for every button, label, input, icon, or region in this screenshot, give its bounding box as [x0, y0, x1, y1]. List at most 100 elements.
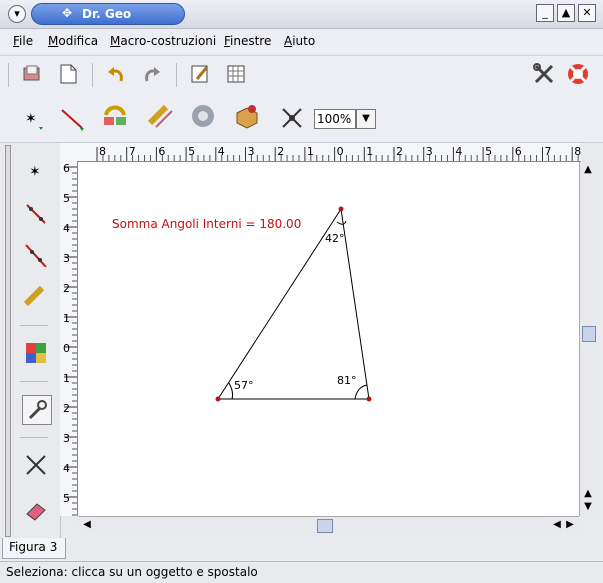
menu-file[interactable]: File: [13, 34, 33, 48]
gear-tool-icon[interactable]: [188, 102, 216, 130]
sidebar-color-icon[interactable]: [22, 339, 50, 367]
left-ruler-label: 3: [63, 252, 70, 265]
measure-tool-icon[interactable]: [146, 102, 174, 130]
svg-text:✶: ✶: [29, 164, 41, 180]
macro-tool-icon[interactable]: [232, 102, 260, 130]
tab-figura-3[interactable]: Figura 3: [2, 538, 66, 559]
sidebar-segment-icon[interactable]: [22, 199, 50, 227]
edit-icon[interactable]: [186, 60, 214, 88]
undo-icon[interactable]: [102, 60, 130, 88]
main-toolbar: [0, 55, 603, 95]
left-ruler: 6 5 4 3 2 1 0 1 2 3 4 5: [60, 161, 78, 516]
new-document-icon[interactable]: [54, 60, 82, 88]
angle-label-right[interactable]: 81°: [337, 374, 357, 387]
vertex-top: [338, 206, 344, 212]
horizontal-scrollbar[interactable]: ◀ ◀ ▶: [78, 516, 579, 533]
sum-annotation[interactable]: Somma Angoli Interni = 180.00: [112, 217, 301, 231]
app-logo-icon: ✥: [62, 6, 73, 20]
horizontal-scroll-thumb[interactable]: [317, 519, 333, 533]
vertical-scroll-thumb[interactable]: [582, 326, 596, 342]
scroll-left-arrow-2-icon[interactable]: ◀: [551, 519, 563, 531]
zoom-field[interactable]: 100%: [314, 109, 356, 129]
top-ruler-label: 5: [485, 145, 492, 158]
angle-label-left[interactable]: 57°: [234, 379, 254, 392]
top-ruler-label: 3: [426, 145, 433, 158]
maximize-button[interactable]: ▲: [557, 4, 575, 22]
grid-icon[interactable]: [222, 60, 250, 88]
left-ruler-label: 1: [63, 312, 70, 325]
sidebar-zoom-icon[interactable]: [22, 451, 50, 479]
help-lifebuoy-icon[interactable]: [564, 60, 592, 88]
left-ruler-label: 0: [63, 342, 70, 355]
top-ruler-label: 8: [99, 145, 106, 158]
title-pill[interactable]: ✥ Dr. Geo: [31, 3, 185, 25]
tab-bar: Figura 3: [0, 538, 603, 560]
vertex-left: [215, 396, 221, 402]
line-tool-icon[interactable]: [58, 104, 86, 132]
drawing-canvas[interactable]: Somma Angoli Interni = 180.00 42° 57° 81…: [78, 162, 579, 516]
scroll-left-arrow-icon[interactable]: ◀: [81, 519, 93, 531]
scroll-right-arrow-icon[interactable]: ▶: [564, 519, 576, 531]
angle-label-top[interactable]: 42°: [325, 232, 345, 245]
top-ruler-label: 0: [337, 145, 344, 158]
title-bar: ▾ ✥ Dr. Geo _ ▲ ✕: [0, 0, 603, 29]
menu-aiuto[interactable]: Aiuto: [284, 34, 315, 48]
top-ruler-label: 4: [455, 145, 462, 158]
top-ruler-label: 1: [366, 145, 373, 158]
top-ruler-label: 8: [574, 145, 581, 158]
sidebar-point-icon[interactable]: ✶: [22, 157, 50, 185]
triangle: [217, 207, 370, 400]
ruler-corner: [60, 143, 74, 161]
left-ruler-label: 4: [63, 462, 70, 475]
top-ruler-label: 2: [396, 145, 403, 158]
left-ruler-label: 5: [63, 492, 70, 505]
vertex-right: [366, 396, 372, 402]
svg-text:✶: ✶: [25, 111, 37, 127]
close-button[interactable]: ✕: [578, 4, 596, 22]
redo-icon[interactable]: [138, 60, 166, 88]
left-ruler-label: 1: [63, 372, 70, 385]
top-ruler-label: 7: [129, 145, 136, 158]
menu-finestre[interactable]: Finestre: [224, 34, 271, 48]
minimize-button[interactable]: _: [536, 4, 554, 22]
left-ruler-label: 2: [63, 282, 70, 295]
vertical-scrollbar[interactable]: ▲ ▲ ▼: [579, 162, 596, 516]
angle-arc-right: [354, 384, 368, 400]
top-ruler: 8 7 6 5 4 3 2 1 0 1 2 3 4 5 6 7 8: [74, 143, 581, 162]
open-icon[interactable]: [18, 60, 46, 88]
top-ruler-label: 5: [188, 145, 195, 158]
left-ruler-label: 4: [63, 222, 70, 235]
menu-bar: File Modifica Macro-costruzioni Finestre…: [0, 29, 603, 53]
tool-sidebar: ✶: [0, 143, 61, 538]
top-ruler-label: 1: [307, 145, 314, 158]
scroll-up-arrow-icon[interactable]: ▲: [582, 164, 594, 176]
sidebar-eraser-icon[interactable]: [22, 497, 50, 525]
zoom-dropdown-button[interactable]: ▼: [356, 109, 376, 129]
window-menu-button[interactable]: ▾: [8, 5, 26, 23]
top-ruler-label: 2: [277, 145, 284, 158]
sidebar-line-icon[interactable]: [22, 241, 50, 269]
top-ruler-label: 4: [218, 145, 225, 158]
sidebar-measure-icon[interactable]: [22, 283, 50, 311]
construction-toolbar: ✶ 100% ▼: [0, 94, 603, 143]
sidebar-wrench-icon[interactable]: [22, 395, 52, 425]
angle-arc-top: [336, 220, 347, 225]
status-bar: Seleziona: clicca su un oggetto e sposta…: [0, 561, 603, 583]
menu-macro-costruzioni[interactable]: Macro-costruzioni: [110, 34, 216, 48]
window-title: Dr. Geo: [82, 7, 132, 21]
scroll-down-arrow-icon[interactable]: ▼: [582, 501, 594, 513]
scroll-up-arrow-2-icon[interactable]: ▲: [582, 488, 594, 500]
left-ruler-label: 5: [63, 192, 70, 205]
transform-tool-icon[interactable]: [100, 102, 128, 130]
left-ruler-label: 3: [63, 432, 70, 445]
top-ruler-label: 7: [545, 145, 552, 158]
top-ruler-label: 6: [515, 145, 522, 158]
tools-icon[interactable]: [530, 60, 558, 88]
top-ruler-label: 6: [158, 145, 165, 158]
left-ruler-label: 2: [63, 402, 70, 415]
zoom-fit-icon[interactable]: [278, 104, 306, 132]
left-ruler-label: 6: [63, 162, 70, 175]
top-ruler-label: 3: [248, 145, 255, 158]
menu-modifica[interactable]: Modifica: [48, 34, 98, 48]
point-tool-icon[interactable]: ✶: [20, 106, 48, 134]
